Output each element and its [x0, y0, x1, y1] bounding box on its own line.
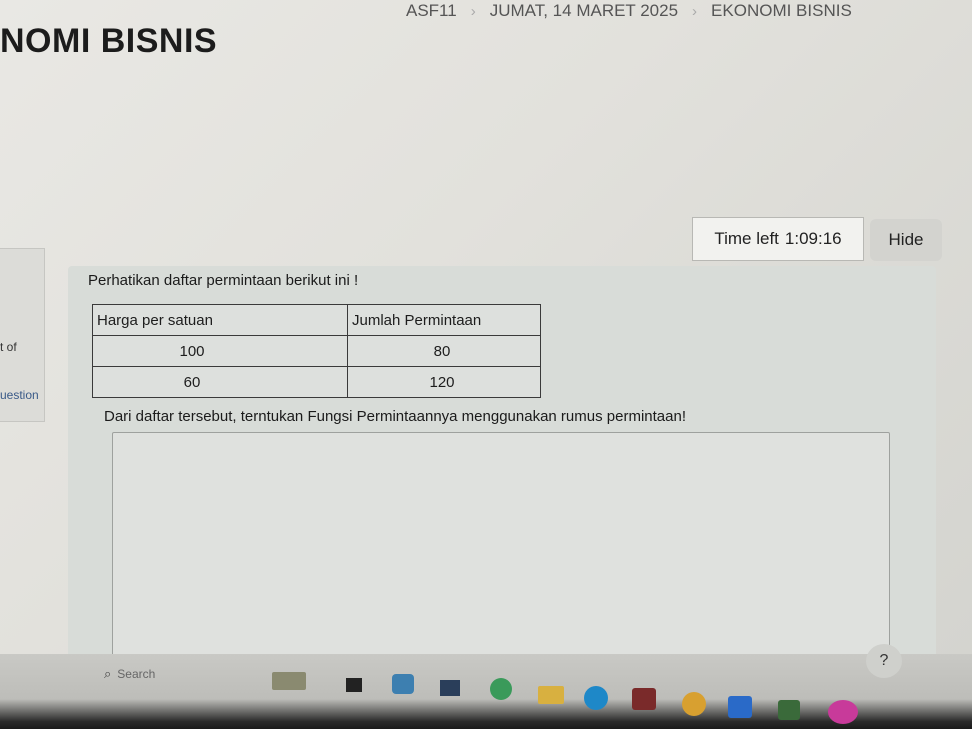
table-cell-quantity: 80	[347, 335, 541, 367]
zoom-icon[interactable]	[728, 696, 752, 718]
taskbar-search[interactable]: ⌕ Search	[104, 664, 155, 684]
breadcrumb-subject[interactable]: EKONOMI BISNIS	[711, 1, 852, 21]
chevron-right-icon: ›	[470, 2, 476, 20]
edge-icon[interactable]	[584, 686, 608, 710]
photos-icon[interactable]	[392, 674, 414, 694]
demand-table: Harga per satuan Jumlah Permintaan 100 8…	[92, 304, 541, 398]
table-cell-price: 100	[92, 335, 348, 367]
table-header-price: Harga per satuan	[92, 304, 348, 336]
calendar-app-icon[interactable]	[272, 672, 306, 690]
flag-question-link[interactable]: uestion	[0, 388, 39, 402]
page-title: NOMI BISNIS	[0, 22, 218, 60]
terminal-icon[interactable]	[346, 678, 362, 692]
timer: Time left 1:09:16	[692, 217, 864, 261]
folder-icon[interactable]	[538, 686, 564, 704]
help-button[interactable]: ?	[866, 644, 902, 678]
search-icon: ⌕	[104, 666, 112, 681]
calculator-icon[interactable]	[440, 680, 460, 696]
question-task: Dari daftar tersebut, terntukan Fungsi P…	[104, 408, 686, 425]
search-placeholder: Search	[117, 667, 156, 681]
timer-value: 1:09:16	[784, 229, 842, 248]
breadcrumb: ASF11 › JUMAT, 14 MARET 2025 › EKONOMI B…	[406, 0, 852, 22]
media-icon[interactable]	[778, 700, 800, 720]
table-row: 60 120	[92, 366, 541, 398]
store-icon[interactable]	[632, 688, 656, 710]
whatsapp-icon[interactable]	[490, 678, 512, 700]
chevron-right-icon: ›	[692, 2, 698, 20]
answer-textarea[interactable]	[112, 432, 890, 664]
timer-label: Time left	[714, 229, 779, 248]
hide-timer-button[interactable]: Hide	[870, 219, 942, 261]
chrome-icon[interactable]	[682, 692, 706, 716]
table-cell-quantity: 120	[347, 366, 541, 398]
question-intro: Perhatikan daftar permintaan berikut ini…	[88, 272, 359, 289]
question-info-text: t of	[0, 340, 17, 354]
breadcrumb-date[interactable]: JUMAT, 14 MARET 2025	[490, 1, 678, 21]
breadcrumb-course[interactable]: ASF11	[406, 1, 457, 21]
windows-start-icon[interactable]	[62, 658, 84, 680]
onenote-icon[interactable]	[828, 700, 858, 724]
table-header-row: Harga per satuan Jumlah Permintaan	[92, 304, 541, 336]
table-cell-price: 60	[92, 366, 348, 398]
table-row: 100 80	[92, 335, 541, 367]
table-header-quantity: Jumlah Permintaan	[347, 304, 541, 336]
